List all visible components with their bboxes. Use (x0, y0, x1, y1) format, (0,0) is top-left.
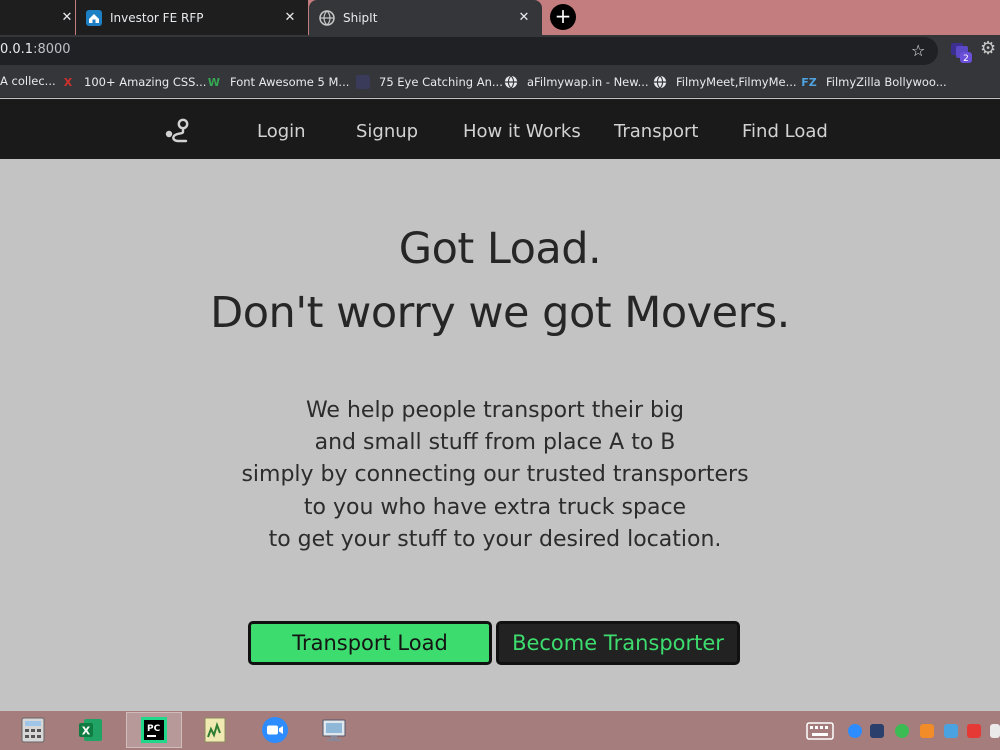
browser-tab-strip: ✕ Investor FE RFP ✕ ShipIt ✕ + (0, 0, 1000, 35)
address-bar[interactable] (0, 37, 938, 65)
transport-load-button[interactable]: Transport Load (248, 621, 492, 665)
fz-site-icon: FZ (801, 75, 817, 89)
nav-signup[interactable]: Signup (356, 121, 418, 142)
site-icon (355, 74, 371, 90)
tab-investor-fe-rfp[interactable]: Investor FE RFP ✕ (76, 0, 308, 35)
globe-icon (652, 74, 668, 90)
description-line: simply by connecting our trusted transpo… (241, 462, 749, 487)
bookmark-label: A collec... (0, 74, 56, 88)
nav-find-load[interactable]: Find Load (742, 121, 828, 142)
bookmark-label: Font Awesome 5 M... (230, 75, 350, 89)
bookmark-item[interactable]: FilmyMeet,FilmyMe... (652, 74, 797, 90)
pycharm-task-active[interactable]: PC (126, 712, 182, 748)
bookmark-label: 75 Eye Catching An... (379, 75, 503, 89)
recorder-tray-icon[interactable] (967, 724, 981, 738)
tab-title: Investor FE RFP (110, 10, 204, 25)
description-line: to get your stuff to your desired locati… (268, 527, 722, 552)
bookmark-item[interactable]: 75 Eye Catching An... (355, 74, 503, 90)
hero-heading-line-1: Got Load. (398, 224, 602, 274)
house-icon (86, 9, 102, 26)
tab-close-icon[interactable]: ✕ (59, 10, 75, 26)
new-tab-button[interactable]: + (550, 4, 576, 30)
bookmark-label: aFilmywap.in - New... (527, 75, 649, 89)
bookmark-item[interactable]: X 100+ Amazing CSS... (60, 74, 207, 90)
bookmark-label: FilmyZilla Bollywoo... (826, 75, 947, 89)
zoom-icon[interactable] (260, 715, 290, 745)
zoom-tray-icon[interactable] (848, 724, 862, 738)
extension-icon[interactable]: 2 (950, 40, 972, 64)
browser-toolbar (0, 35, 1000, 67)
app-tray-icon[interactable] (944, 724, 958, 738)
bookmark-star-icon[interactable]: ☆ (911, 41, 925, 60)
site-navbar: Login Signup How it Works Transport Find… (0, 99, 1000, 159)
description-line: We help people transport their big (305, 398, 685, 423)
tab-title: ShipIt (343, 10, 378, 25)
url-port: :8000 (33, 42, 71, 57)
tab-shipit[interactable]: ShipIt ✕ (309, 0, 542, 35)
become-transporter-button[interactable]: Become Transporter (496, 621, 740, 665)
bookmark-item[interactable]: W Font Awesome 5 M... (206, 74, 349, 90)
notepad-icon[interactable] (200, 715, 230, 745)
pycharm-icon: PC (141, 717, 167, 743)
description-line: and small stuff from place A to B (314, 430, 676, 455)
excel-icon[interactable]: X (76, 715, 106, 745)
tab-close-icon[interactable]: ✕ (282, 10, 298, 26)
bookmark-label: FilmyMeet,FilmyMe... (676, 75, 797, 89)
pycharm-label: PC (147, 724, 161, 734)
bookmark-item[interactable]: A collec... (0, 74, 56, 88)
bookmarks-bar: A collec... X 100+ Amazing CSS... W Font… (0, 67, 1000, 98)
remote-desktop-icon[interactable] (320, 715, 350, 745)
nav-how-it-works[interactable]: How it Works (463, 121, 581, 142)
bookmark-item[interactable]: aFilmywap.in - New... (503, 74, 649, 90)
sync-tray-icon[interactable] (895, 724, 909, 738)
nav-login[interactable]: Login (257, 121, 306, 142)
excel-label: X (82, 725, 91, 738)
keyboard-icon[interactable] (806, 722, 834, 740)
url-host: 0.0.1 (0, 42, 34, 57)
network-tray-icon[interactable] (870, 724, 884, 738)
extension-badge: 2 (963, 54, 969, 64)
update-tray-icon[interactable] (920, 724, 934, 738)
url-text[interactable]: 0.0.1:8000 (0, 42, 71, 57)
volume-tray-icon[interactable] (990, 724, 1000, 738)
bookmark-label: 100+ Amazing CSS... (84, 75, 207, 89)
globe-icon (319, 9, 335, 26)
description-line: to you who have extra truck space (303, 495, 687, 520)
gear-icon[interactable]: ⚙ (980, 38, 996, 59)
tab-close-icon[interactable]: ✕ (516, 10, 532, 26)
calculator-icon[interactable] (18, 715, 48, 745)
bookmark-item[interactable]: FZ FilmyZilla Bollywoo... (800, 74, 947, 90)
hero-heading-line-2: Don't worry we got Movers. (210, 288, 790, 338)
route-logo-icon[interactable] (164, 118, 192, 144)
nav-transport[interactable]: Transport (614, 121, 698, 142)
tab-previous[interactable]: ✕ (0, 0, 75, 35)
w-site-icon: W (207, 75, 221, 89)
globe-icon (503, 74, 519, 90)
css-site-icon: X (63, 75, 73, 89)
